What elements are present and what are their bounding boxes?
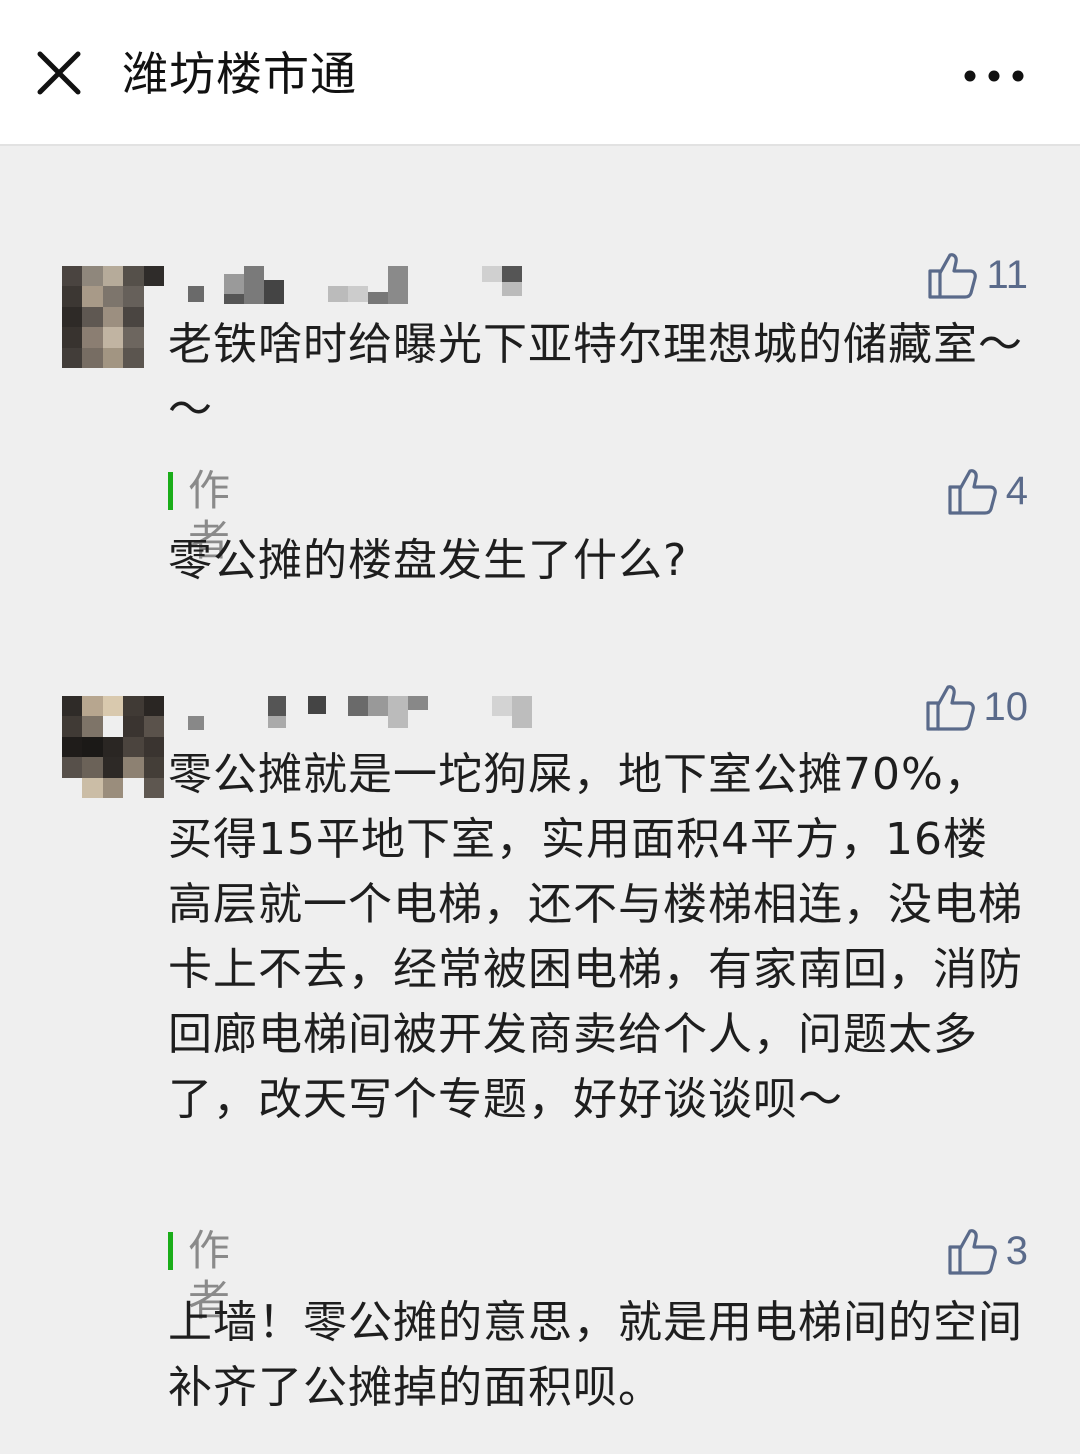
reply-text: 零公摊的楼盘发生了什么? [168, 535, 688, 586]
avatar[interactable] [62, 266, 164, 368]
close-icon [37, 51, 81, 95]
thumbs-up-icon [925, 685, 975, 731]
nickname-mosaic [182, 266, 562, 306]
close-button[interactable] [30, 44, 90, 104]
thumbs-up-icon [948, 1229, 997, 1275]
more-button[interactable] [960, 56, 1030, 96]
comment-text: 老铁啥时给曝光下亚特尔理想城的储藏室～～ [168, 319, 1023, 435]
like-count: 10 [983, 685, 1029, 729]
reply-like-button[interactable]: 3 [946, 1226, 1028, 1276]
comment-text: 零公摊就是一坨狗屎，地下室公摊70%，买得15平地下室，实用面积4平方，16楼高… [168, 749, 1023, 1125]
like-count: 4 [1005, 469, 1028, 513]
page-title: 潍坊楼市通 [122, 47, 357, 101]
avatar[interactable] [62, 696, 164, 798]
like-count: 3 [1005, 1229, 1028, 1273]
reply-like-button[interactable]: 4 [946, 466, 1028, 516]
author-bar [168, 472, 173, 510]
author-bar [168, 1232, 173, 1270]
more-icon [964, 70, 1024, 82]
top-bar: 潍坊楼市通 [0, 0, 1080, 146]
like-count: 11 [986, 253, 1028, 297]
thumbs-up-icon [928, 253, 978, 299]
thumbs-up-icon [948, 469, 997, 515]
like-button[interactable]: 10 [924, 682, 1029, 732]
reply-text: 上墙！零公摊的意思，就是用电梯间的空间补齐了公摊掉的面积呗。 [168, 1297, 1023, 1413]
nickname-mosaic [182, 690, 562, 730]
like-button[interactable]: 11 [926, 250, 1028, 300]
